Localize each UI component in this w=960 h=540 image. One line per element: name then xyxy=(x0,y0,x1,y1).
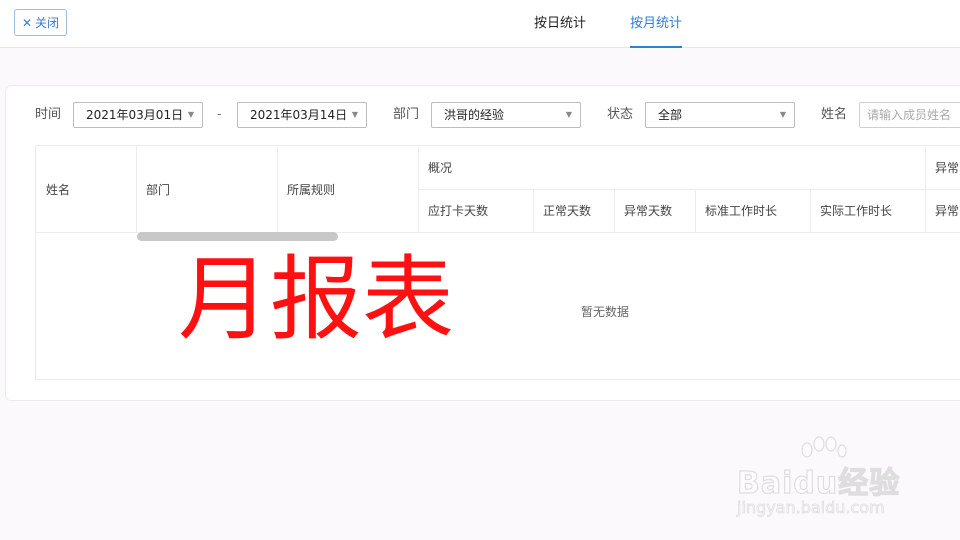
close-button-label: 关闭 xyxy=(35,16,60,30)
watermark-main: Baidu经验 xyxy=(736,465,901,501)
chevron-down-icon: ▼ xyxy=(779,110,786,119)
column-header-required-days: 应打卡天数 xyxy=(428,204,489,218)
chevron-down-icon: ▼ xyxy=(351,110,358,119)
column-header-name: 姓名 xyxy=(46,182,71,197)
dept-value: 洪哥的经验 xyxy=(444,108,505,122)
horizontal-scrollbar-thumb[interactable] xyxy=(137,232,338,241)
column-header-normal-days: 正常天数 xyxy=(543,204,592,218)
empty-state-text: 暂无数据 xyxy=(581,305,630,319)
column-header-standard-hours: 标准工作时长 xyxy=(705,204,778,218)
dept-select[interactable]: 洪哥的经验 ▼ xyxy=(431,102,581,128)
name-label: 姓名 xyxy=(821,107,848,122)
column-header-overview: 概况 xyxy=(428,161,453,175)
column-header-rule: 所属规则 xyxy=(287,182,336,197)
start-date-select[interactable]: 2021年03月01日 ▼ xyxy=(73,102,203,128)
name-search-input[interactable] xyxy=(859,102,960,128)
watermark-sub: jingyan.baidu.com xyxy=(737,498,885,518)
close-button[interactable]: ✕ 关闭 xyxy=(14,9,67,36)
chevron-down-icon: ▼ xyxy=(187,110,194,119)
chevron-down-icon: ▼ xyxy=(565,110,572,119)
status-label: 状态 xyxy=(607,107,634,122)
top-bar: ✕ 关闭 按日统计 按月统计 xyxy=(0,0,960,48)
column-header-abnormal-days: 异常天数 xyxy=(624,204,673,218)
status-select[interactable]: 全部 ▼ xyxy=(645,102,795,128)
baidu-watermark: Baidu经验 jingyan.baidu.com xyxy=(736,436,917,522)
date-range-separator: - xyxy=(217,107,222,121)
tab-monthly-stats[interactable]: 按月统计 xyxy=(630,0,683,48)
start-date-value: 2021年03月01日 xyxy=(86,108,184,122)
overlay-title: 月报表 xyxy=(178,246,455,353)
column-header-dept: 部门 xyxy=(146,182,171,197)
column-header-abnormal: 异常 xyxy=(935,161,960,175)
dept-label: 部门 xyxy=(393,107,420,122)
end-date-select[interactable]: 2021年03月14日 ▼ xyxy=(237,102,367,128)
time-label: 时间 xyxy=(35,107,62,122)
column-header-actual-hours: 实际工作时长 xyxy=(820,204,893,218)
end-date-value: 2021年03月14日 xyxy=(250,108,348,122)
status-value: 全部 xyxy=(658,108,683,122)
tab-daily-stats[interactable]: 按日统计 xyxy=(534,0,586,48)
column-header-abnormal-sub: 异常 xyxy=(935,204,960,218)
monthly-report-table: 姓名 部门 所属规则 概况 异常 应打卡天数 正常天数 异常天数 标准工作时长 … xyxy=(35,145,960,380)
close-icon: ✕ xyxy=(21,15,33,30)
